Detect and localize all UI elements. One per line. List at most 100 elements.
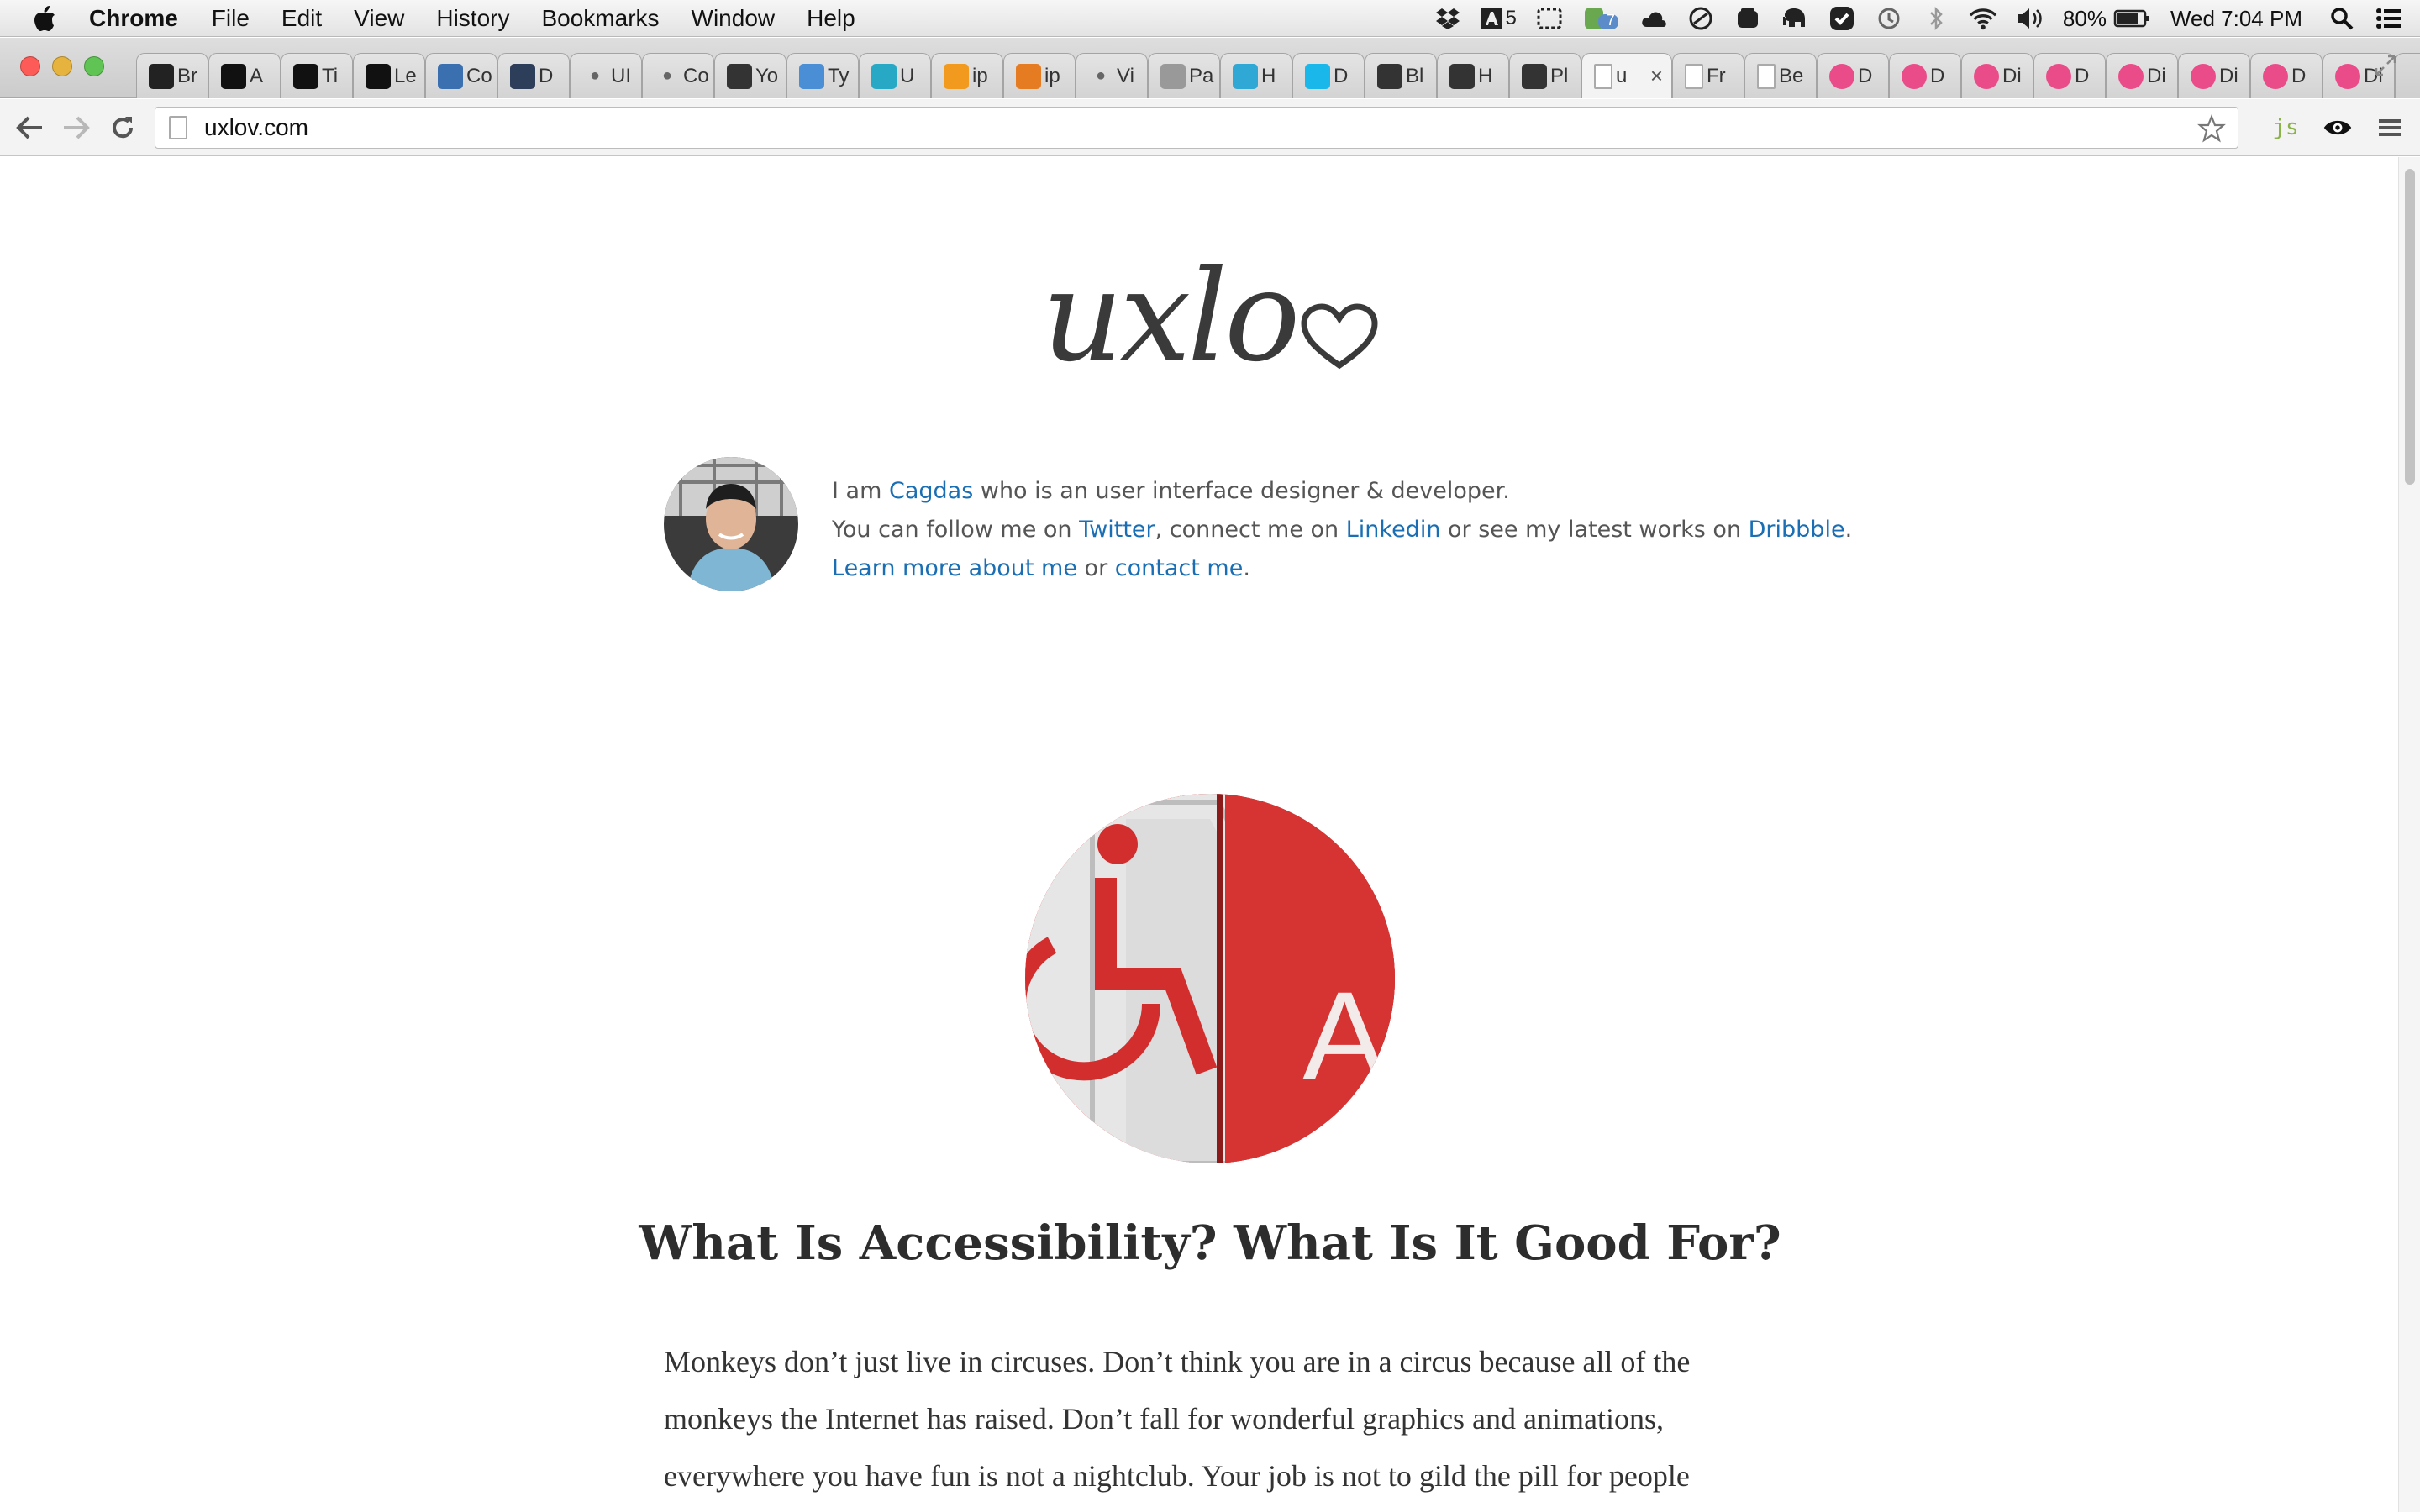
tab-13[interactable]: ● Vi (1076, 53, 1148, 98)
tab-5[interactable]: D (497, 53, 570, 98)
tab-26[interactable]: D (2033, 53, 2106, 98)
tab-23[interactable]: D (1817, 53, 1889, 98)
tab-20[interactable]: u × (1581, 53, 1672, 98)
bio-text-segment: or (1076, 555, 1115, 581)
tab-9[interactable]: Ty (786, 53, 859, 98)
about-me-link[interactable]: Learn more about me (832, 555, 1077, 581)
back-icon[interactable] (13, 111, 47, 144)
wifi-icon[interactable] (1969, 6, 1997, 31)
apple-icon[interactable] (32, 4, 60, 33)
tab-0[interactable]: Br (136, 53, 208, 98)
tab-3[interactable]: Le (353, 53, 425, 98)
bio-text-segment: who is an user interface designer & deve… (973, 478, 1510, 504)
reload-icon[interactable] (106, 111, 139, 144)
tab-11[interactable]: ip (931, 53, 1003, 98)
bluetooth-icon[interactable] (1922, 6, 1950, 31)
menu-bookmarks[interactable]: Bookmarks (541, 5, 659, 32)
adobe-icon[interactable]: 5 (1481, 6, 1517, 31)
dribbble-icon (2191, 63, 2216, 89)
screen-capture-icon[interactable] (1535, 6, 1564, 31)
tab-12[interactable]: ip (1003, 53, 1076, 98)
tab-22[interactable]: Be (1744, 53, 1817, 98)
author-name-link[interactable]: Cagdas (889, 478, 973, 504)
tab-18[interactable]: H (1437, 53, 1509, 98)
menu-history[interactable]: History (436, 5, 509, 32)
menubar-clock[interactable]: Wed 7:04 PM (2170, 6, 2302, 32)
zoom-window-button[interactable] (84, 56, 104, 76)
twitter-link[interactable]: Twitter (1079, 517, 1155, 543)
close-window-button[interactable] (20, 56, 40, 76)
chrome-menu-icon[interactable] (2375, 113, 2405, 143)
bio-text-segment: or see my latest works on (1440, 517, 1749, 543)
tab-label: H (1478, 64, 1493, 87)
page-scrollbar[interactable] (2398, 157, 2420, 1512)
post-hero-image[interactable]: Ac (1025, 794, 1395, 1163)
tab-label: Vi (1117, 64, 1134, 87)
tab-7[interactable]: ● Co (642, 53, 714, 98)
tab-8[interactable]: Yo (714, 53, 786, 98)
cloud-icon[interactable] (1639, 6, 1668, 31)
js-extension-icon[interactable]: js (2270, 113, 2301, 143)
tab-2[interactable]: Ti (281, 53, 353, 98)
page-viewport: uxlo I am Cagdas who is an user interfac… (0, 157, 2420, 1512)
checkmark-icon[interactable] (1828, 6, 1856, 31)
tab-28[interactable]: Di (2178, 53, 2250, 98)
tab-24[interactable]: D (1889, 53, 1961, 98)
sync-icon[interactable] (1686, 6, 1715, 31)
menu-window[interactable]: Window (692, 5, 776, 32)
apple-icon: ● (661, 66, 673, 85)
evernote-icon[interactable]: 7 (1582, 6, 1621, 31)
tab-14[interactable]: Pa (1148, 53, 1220, 98)
scrollbar-thumb[interactable] (2405, 169, 2415, 485)
address-bar[interactable] (155, 107, 2238, 149)
fullscreen-icon[interactable] (2373, 53, 2402, 81)
menu-help[interactable]: Help (807, 5, 855, 32)
tab-strip: Br A Ti Le Co D ● UI ● Co Yo Ty Uip ip ● Vi Pa H D Bl H Pl u × F… (0, 38, 2420, 98)
dribbble-icon (2263, 63, 2288, 89)
eye-extension-icon[interactable] (2323, 113, 2353, 143)
tab-4[interactable]: Co (425, 53, 497, 98)
dribbble-link[interactable]: Dribbble (1749, 517, 1845, 543)
tab-29[interactable]: D (2250, 53, 2323, 98)
site-logo[interactable]: uxlo (1042, 233, 1378, 401)
tab-label: D (1334, 64, 1349, 87)
tab-15[interactable]: H (1220, 53, 1292, 98)
elephant-icon[interactable] (1781, 6, 1809, 31)
menu-app-chrome[interactable]: Chrome (89, 5, 178, 32)
contact-me-link[interactable]: contact me (1115, 555, 1244, 581)
apple-icon: ● (1095, 66, 1107, 85)
tab-21[interactable]: Fr (1672, 53, 1744, 98)
tab-label: UI (611, 64, 631, 87)
post-title[interactable]: What Is Accessibility? What Is It Good F… (0, 1215, 2420, 1271)
menu-view[interactable]: View (354, 5, 404, 32)
tab-17[interactable]: Bl (1365, 53, 1437, 98)
dribbble-icon (1902, 63, 1927, 89)
tab-19[interactable]: Pl (1509, 53, 1581, 98)
url-input[interactable] (204, 114, 2053, 141)
bio-text-segment: . (1844, 517, 1853, 543)
tab-label: U (900, 64, 915, 87)
forward-icon[interactable] (59, 111, 92, 144)
minimize-window-button[interactable] (52, 56, 72, 76)
tab-10[interactable]: U (859, 53, 931, 98)
linkedin-link[interactable]: Linkedin (1346, 517, 1441, 543)
battery-icon[interactable] (2113, 6, 2150, 31)
close-tab-icon[interactable]: × (1650, 63, 1663, 89)
bio-text-segment: I am (832, 478, 889, 504)
notification-center-icon[interactable] (2375, 6, 2403, 31)
tab-25[interactable]: Di (1961, 53, 2033, 98)
time-machine-icon[interactable] (1875, 6, 1903, 31)
volume-icon[interactable] (2016, 6, 2044, 31)
github-icon (149, 63, 174, 89)
menu-edit[interactable]: Edit (281, 5, 322, 32)
tab-16[interactable]: D (1292, 53, 1365, 98)
coffee-icon[interactable] (1733, 6, 1762, 31)
page-icon (1685, 63, 1703, 89)
menu-file[interactable]: File (212, 5, 250, 32)
dropbox-icon[interactable] (1434, 6, 1462, 31)
tab-1[interactable]: A (208, 53, 281, 98)
tab-6[interactable]: ● UI (570, 53, 642, 98)
spotlight-search-icon[interactable] (2328, 6, 2356, 31)
bookmark-star-icon[interactable] (2197, 114, 2226, 143)
tab-27[interactable]: Di (2106, 53, 2178, 98)
